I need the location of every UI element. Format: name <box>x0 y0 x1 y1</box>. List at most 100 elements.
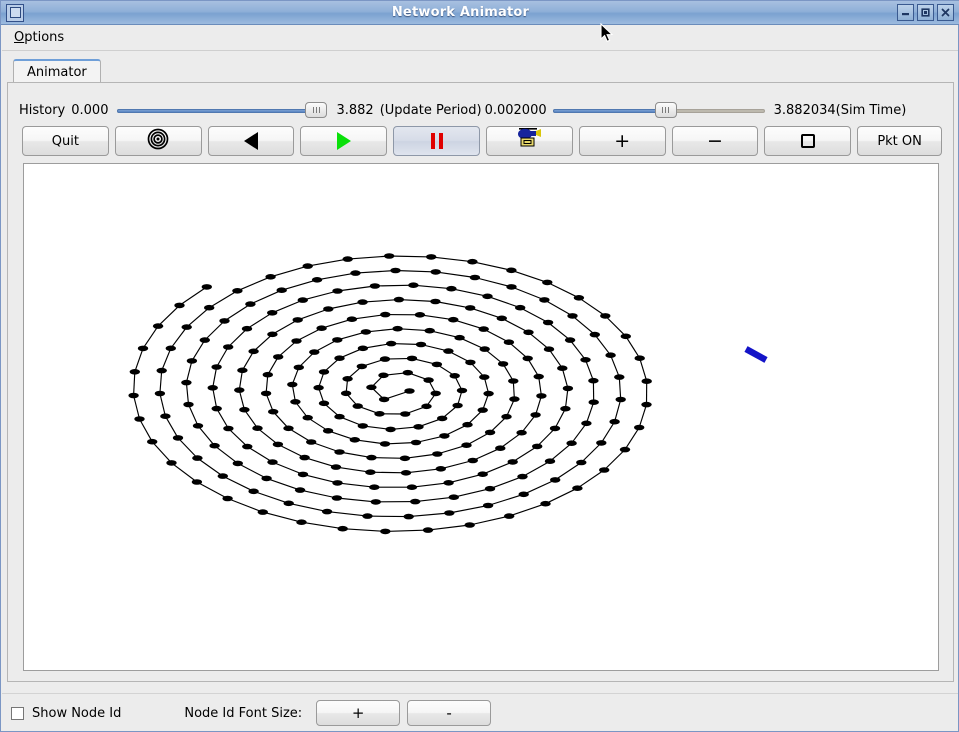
network-node[interactable] <box>443 480 454 486</box>
network-node[interactable] <box>410 498 421 505</box>
network-node[interactable] <box>331 495 343 501</box>
network-node[interactable] <box>620 333 631 340</box>
history-slider-knob[interactable] <box>305 102 328 118</box>
network-node[interactable] <box>479 346 490 352</box>
network-node[interactable] <box>482 293 493 300</box>
network-node[interactable] <box>423 377 434 383</box>
network-node[interactable] <box>296 519 307 525</box>
network-node[interactable] <box>357 299 368 305</box>
font-size-increase-button[interactable]: + <box>316 700 401 726</box>
network-node[interactable] <box>550 477 561 483</box>
network-node[interactable] <box>313 384 324 391</box>
network-node[interactable] <box>160 413 171 419</box>
network-node[interactable] <box>557 365 568 371</box>
network-node[interactable] <box>154 390 166 397</box>
network-node[interactable] <box>477 471 488 478</box>
network-node[interactable] <box>392 325 403 332</box>
network-node[interactable] <box>566 440 577 447</box>
network-node[interactable] <box>211 364 222 370</box>
network-node[interactable] <box>242 443 253 450</box>
network-node[interactable] <box>334 355 345 361</box>
network-node[interactable] <box>516 429 527 436</box>
network-node[interactable] <box>456 387 468 394</box>
network-node[interactable] <box>444 510 455 516</box>
network-node[interactable] <box>572 485 583 492</box>
network-node[interactable] <box>369 484 380 491</box>
network-node[interactable] <box>400 411 411 417</box>
network-node[interactable] <box>497 361 509 367</box>
network-node[interactable] <box>172 435 184 441</box>
network-node[interactable] <box>567 313 578 319</box>
network-node[interactable] <box>166 460 177 466</box>
record-movie-button[interactable] <box>485 126 573 156</box>
network-node[interactable] <box>484 429 496 436</box>
network-node[interactable] <box>379 441 391 447</box>
pause-button[interactable] <box>393 126 480 156</box>
network-node[interactable] <box>267 459 278 465</box>
network-node[interactable] <box>504 513 515 519</box>
network-node[interactable] <box>318 400 330 407</box>
network-node[interactable] <box>452 402 463 409</box>
network-node[interactable] <box>290 399 301 405</box>
network-node[interactable] <box>370 499 381 505</box>
network-node[interactable] <box>609 418 620 425</box>
network-node[interactable] <box>379 356 391 362</box>
network-node[interactable] <box>156 367 167 374</box>
network-node[interactable] <box>605 352 616 358</box>
network-node[interactable] <box>507 459 518 465</box>
network-node[interactable] <box>495 445 506 452</box>
step-back-button[interactable] <box>207 126 295 156</box>
network-node[interactable] <box>522 355 533 362</box>
network-node[interactable] <box>518 491 529 498</box>
network-node[interactable] <box>465 359 476 366</box>
network-node[interactable] <box>287 381 298 388</box>
network-node[interactable] <box>477 407 488 413</box>
network-node[interactable] <box>439 433 450 439</box>
network-node[interactable] <box>321 508 333 515</box>
network-node[interactable] <box>191 479 203 485</box>
network-node[interactable] <box>211 405 222 412</box>
network-node[interactable] <box>540 500 551 507</box>
network-node[interactable] <box>186 358 198 364</box>
network-node[interactable] <box>237 367 248 374</box>
network-node[interactable] <box>306 439 317 445</box>
network-node[interactable] <box>430 298 441 305</box>
network-node[interactable] <box>589 331 600 338</box>
network-node[interactable] <box>408 282 419 288</box>
network-node[interactable] <box>219 318 230 324</box>
close-button[interactable] <box>937 4 954 21</box>
network-node[interactable] <box>406 484 418 491</box>
network-node[interactable] <box>352 403 363 409</box>
network-node[interactable] <box>330 464 342 470</box>
network-node[interactable] <box>385 426 396 433</box>
network-node[interactable] <box>297 471 309 478</box>
network-node[interactable] <box>410 439 422 446</box>
network-node[interactable] <box>515 304 526 311</box>
network-node[interactable] <box>634 355 645 361</box>
network-node[interactable] <box>573 295 585 301</box>
network-node[interactable] <box>503 339 515 345</box>
network-node[interactable] <box>181 324 192 330</box>
network-node[interactable] <box>332 337 343 343</box>
network-node[interactable] <box>261 475 272 482</box>
network-node[interactable] <box>380 528 391 535</box>
network-node[interactable] <box>241 325 253 332</box>
network-node[interactable] <box>342 376 353 382</box>
network-node[interactable] <box>223 344 234 350</box>
network-node[interactable] <box>357 345 369 352</box>
network-node[interactable] <box>581 420 592 427</box>
network-node[interactable] <box>596 440 607 446</box>
network-node[interactable] <box>588 399 599 405</box>
network-node[interactable] <box>464 522 475 528</box>
network-node[interactable] <box>183 401 194 408</box>
network-node[interactable] <box>192 423 204 429</box>
network-node[interactable] <box>533 373 544 380</box>
network-node[interactable] <box>199 337 210 343</box>
network-node[interactable] <box>350 270 361 276</box>
network-node[interactable] <box>403 513 414 520</box>
network-node[interactable] <box>484 485 496 492</box>
network-node[interactable] <box>404 388 415 394</box>
network-node[interactable] <box>134 416 145 422</box>
network-node[interactable] <box>424 327 435 334</box>
rewind-to-start-button[interactable] <box>114 126 202 156</box>
